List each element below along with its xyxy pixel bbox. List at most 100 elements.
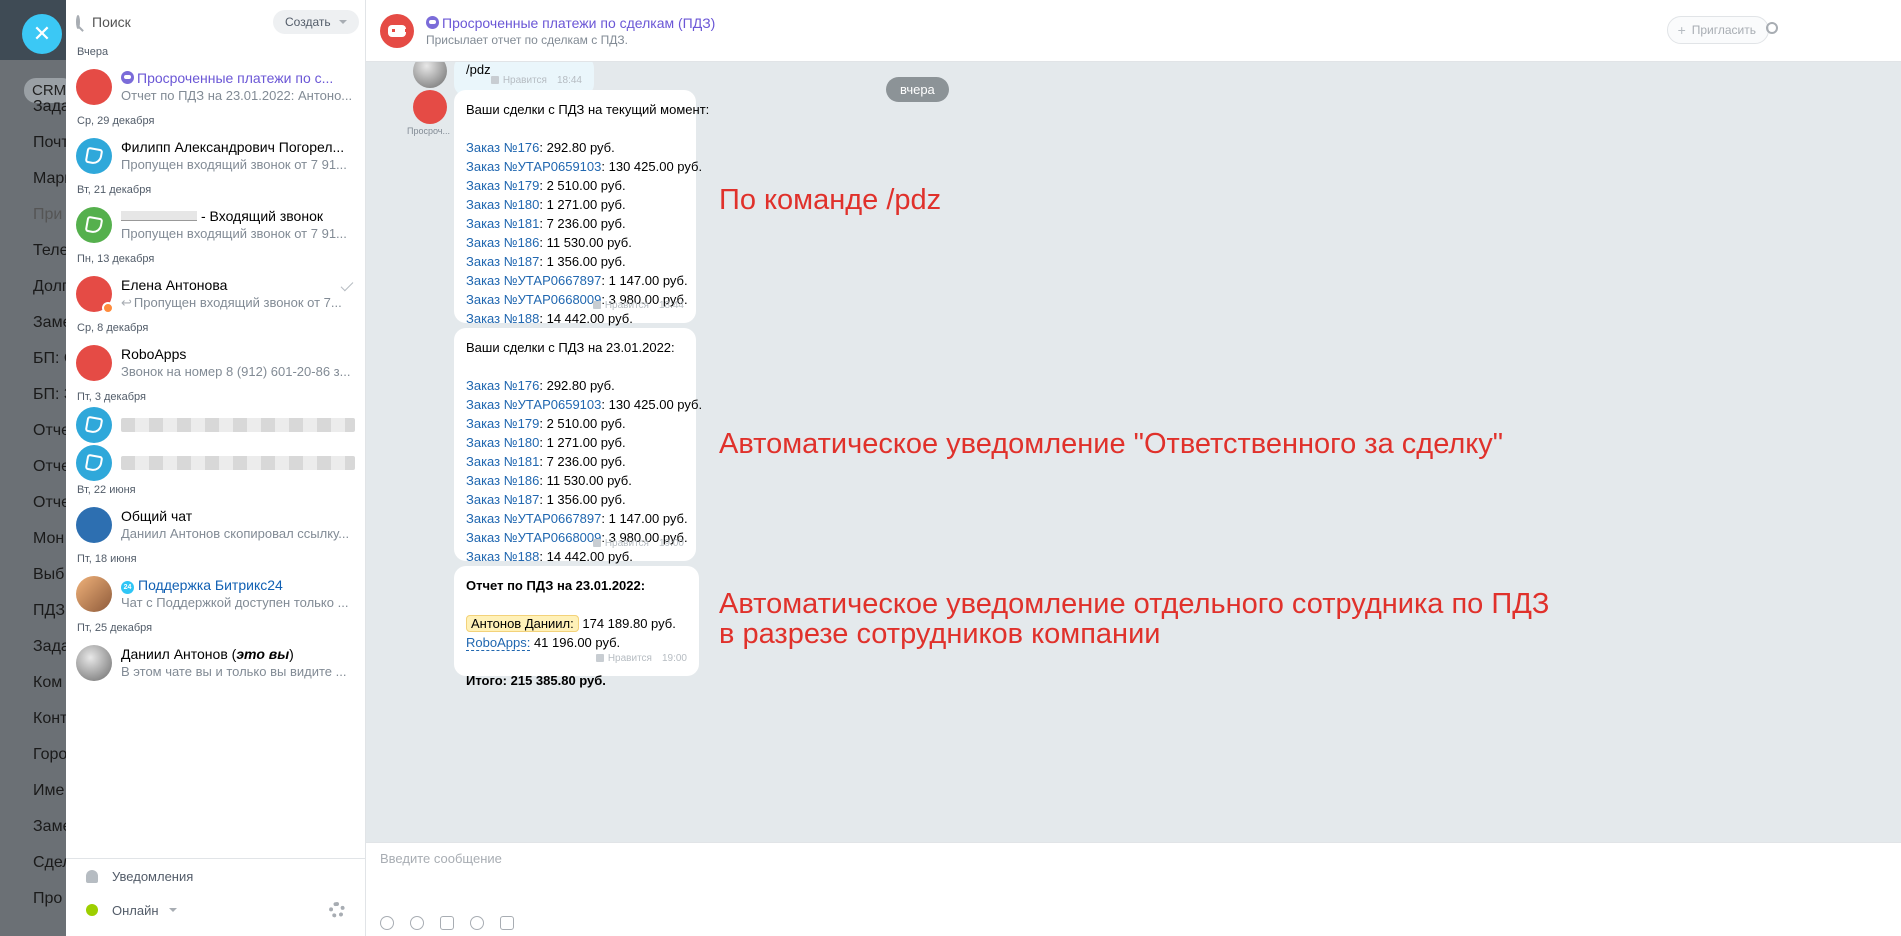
crm-menu-item: При xyxy=(33,206,63,223)
notifications-row[interactable]: Уведомления xyxy=(66,859,365,893)
crm-menu-item: БП: З xyxy=(33,386,66,403)
crm-menu-item: БП: С xyxy=(33,350,66,367)
order-link[interactable]: Заказ №УТАР0659103 xyxy=(466,397,601,412)
search-input[interactable] xyxy=(92,14,273,30)
chat-item-preview: Чат с Поддержкой доступен только ... xyxy=(121,595,349,610)
phone-icon xyxy=(76,407,112,443)
date-separator: Ср, 29 декабря xyxy=(77,115,155,127)
user-mention[interactable]: Антонов Даниил: xyxy=(466,615,579,632)
annotation-pdz-command: По команде /pdz xyxy=(719,184,942,216)
chat-item-info: Даниил Антонов (это вы) В этом чате вы и … xyxy=(121,646,355,680)
recent-chat-item[interactable]: - Входящий звонок Пропущен входящий звоно… xyxy=(66,199,365,251)
robot-icon xyxy=(76,69,112,105)
order-amount: : 130 425.00 руб. xyxy=(601,159,703,174)
order-amount: : 292.80 руб. xyxy=(539,378,615,393)
recent-chat-item[interactable]: Просроченные платежи по с... Отчет по ПДЗ… xyxy=(66,61,365,113)
recent-chat-item[interactable]: 24 Поддержка Битрикс24 Чат с Поддержкой до… xyxy=(66,568,365,620)
order-link[interactable]: Заказ №180 xyxy=(466,197,539,212)
crm-menu-item: Мон xyxy=(33,530,65,547)
crm-menu-item: Сдел xyxy=(33,854,66,871)
order-amount: : 11 530.00 руб. xyxy=(539,473,632,488)
phone-glyph xyxy=(84,453,104,473)
phone-glyph xyxy=(84,215,104,235)
order-row: Заказ №УТАР0667897: 1 147.00 руб. xyxy=(466,509,688,528)
recent-chat-item[interactable]: RoboApps Звонок на номер 8 (912) 601-20-8… xyxy=(66,337,365,389)
recent-chat-item[interactable]: Общий чат Даниил Антонов скопировал ссылк… xyxy=(66,499,365,551)
order-link[interactable]: Заказ №УТАР0667897 xyxy=(466,511,601,526)
order-link[interactable]: Заказ №180 xyxy=(466,435,539,450)
attach-icon[interactable] xyxy=(380,916,394,930)
smile-icon[interactable] xyxy=(470,916,484,930)
robot-icon[interactable] xyxy=(380,13,414,48)
command-icon[interactable] xyxy=(440,916,454,930)
order-row: Антонов Даниил: 174 189.80 руб. xyxy=(466,614,687,633)
chat-item-info: Просроченные платежи по с... Отчет по ПДЗ… xyxy=(121,70,355,104)
order-link[interactable]: Заказ №УТАР0668009 xyxy=(466,530,601,545)
chat-item-title: - Входящий звонок xyxy=(121,208,355,225)
order-link[interactable]: Заказ №УТАР0668009 xyxy=(466,292,601,307)
order-row: Заказ №УТАР0659103: 130 425.00 руб. xyxy=(466,157,702,176)
phone-icon xyxy=(76,445,112,481)
gear-icon[interactable] xyxy=(329,902,345,918)
date-separator: Пт, 18 июня xyxy=(77,553,137,565)
chat-item-preview: Пропущен входящий звонок от 7 91... xyxy=(121,157,347,172)
date-separator: Пт, 3 декабря xyxy=(77,391,146,403)
date-separator: вчера xyxy=(886,77,949,102)
order-link[interactable]: Заказ №179 xyxy=(466,178,539,193)
chevron-down-icon[interactable] xyxy=(168,908,177,912)
order-link[interactable]: Заказ №176 xyxy=(466,378,539,393)
chat-item-title: Даниил Антонов (это вы) xyxy=(121,646,294,662)
recent-chat-item[interactable]: Елена Антонова ↩ Пропущен входящий звонок … xyxy=(66,268,365,320)
order-link[interactable]: Заказ №176 xyxy=(466,140,539,155)
order-link[interactable]: Заказ №188 xyxy=(466,549,539,564)
crm-menu-item: Зада xyxy=(33,638,66,655)
order-link[interactable]: Заказ №187 xyxy=(466,254,539,269)
support-avatar xyxy=(76,576,112,612)
crm-menu-item: Зада xyxy=(33,98,66,115)
bot-avatar[interactable] xyxy=(413,90,447,124)
status-badge xyxy=(102,302,114,314)
order-link[interactable]: Заказ №186 xyxy=(466,235,539,250)
close-icon: ✕ xyxy=(32,21,52,46)
create-button[interactable]: Создать xyxy=(273,10,359,34)
order-link[interactable]: Заказ №179 xyxy=(466,416,539,431)
order-link[interactable]: Заказ №УТАР0667897 xyxy=(466,273,601,288)
chat-item-title: Филипп Александрович Погорел... xyxy=(121,139,345,155)
like-button[interactable]: Нравится xyxy=(592,296,649,315)
order-link[interactable]: Заказ №181 xyxy=(466,216,539,231)
invite-button-label: Приглаcить xyxy=(1691,23,1756,37)
chat-item-info xyxy=(121,415,355,435)
order-link[interactable]: Заказ №УТАР0659103 xyxy=(466,159,601,174)
chat-item-title: 24 Поддержка Битрикс24 xyxy=(121,577,355,594)
invite-button[interactable]: + Приглаcить xyxy=(1666,16,1769,44)
order-link[interactable]: Заказ №188 xyxy=(466,311,539,326)
order-link[interactable]: RoboApps: xyxy=(466,635,531,651)
recent-chat-item[interactable] xyxy=(66,444,365,482)
order-link[interactable]: Заказ №181 xyxy=(466,454,539,469)
order-link[interactable]: Заказ №186 xyxy=(466,473,539,488)
order-link[interactable]: Заказ №187 xyxy=(466,492,539,507)
user-icon xyxy=(76,276,114,314)
order-amount: : 292.80 руб. xyxy=(539,140,615,155)
status-selector[interactable]: Онлайн xyxy=(112,903,159,918)
close-messenger-button[interactable]: ✕ xyxy=(22,14,62,54)
recent-chat-item[interactable] xyxy=(66,406,365,444)
order-row: Заказ №181: 7 236.00 руб. xyxy=(466,214,684,233)
chat-item-info: Елена Антонова ↩ Пропущен входящий звонок … xyxy=(121,277,355,311)
search-icon[interactable] xyxy=(1766,22,1778,34)
chat-item-preview: ↩ Пропущен входящий звонок от 7... xyxy=(121,295,342,310)
like-button[interactable]: Нравится xyxy=(595,649,652,668)
order-amount: : 1 356.00 руб. xyxy=(539,254,626,269)
recent-chat-item[interactable]: Даниил Антонов (это вы) В этом чате вы и … xyxy=(66,637,365,689)
like-button[interactable]: Нравится xyxy=(490,71,547,90)
like-button[interactable]: Нравится xyxy=(592,534,649,553)
quote-icon[interactable] xyxy=(500,916,514,930)
message-meta: Нравится 19:00 xyxy=(595,649,687,668)
order-row: Заказ №187: 1 356.00 руб. xyxy=(466,490,684,509)
user-avatar[interactable] xyxy=(413,62,447,88)
recent-chat-item[interactable]: Филипп Александрович Погорел... Пропущен … xyxy=(66,130,365,182)
mention-user-icon[interactable] xyxy=(410,916,424,930)
chat-title[interactable]: Просроченные платежи по сделкам (ПДЗ) xyxy=(426,15,715,31)
bot-message: Ваши сделки с ПДЗ на текущий момент: Зака… xyxy=(454,90,709,364)
message-input[interactable] xyxy=(380,851,1580,866)
